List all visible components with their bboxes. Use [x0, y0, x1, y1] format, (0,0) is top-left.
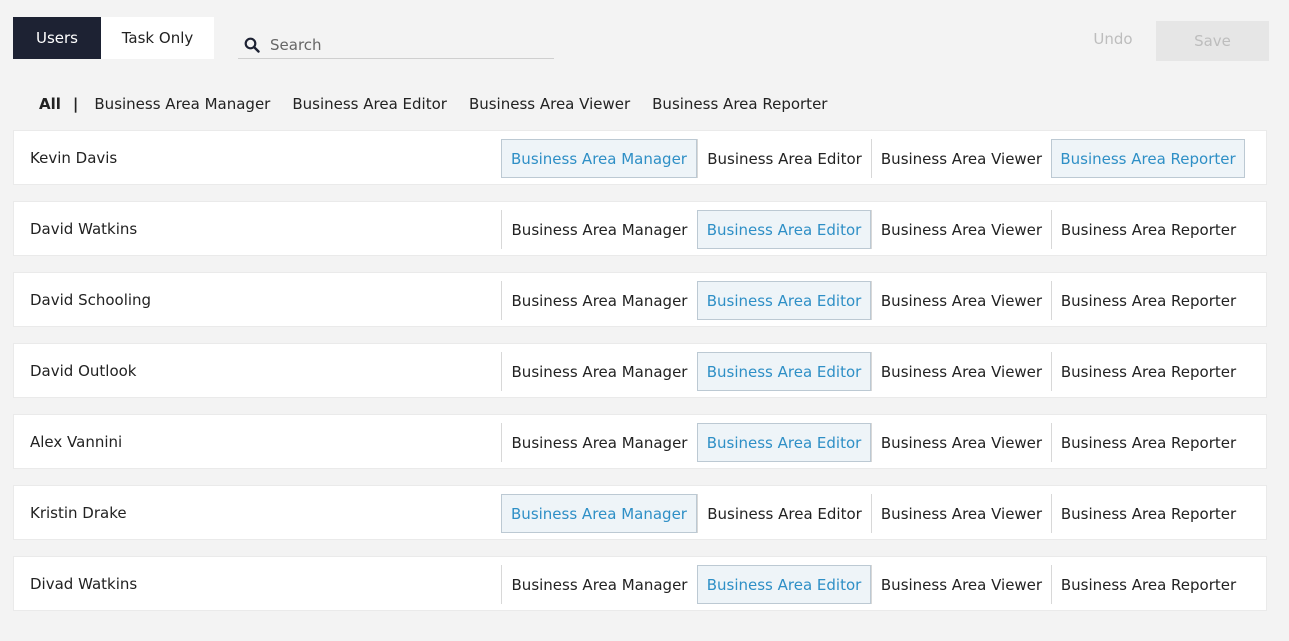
user-name: Alex Vannini: [30, 432, 123, 451]
role-option-editor[interactable]: Business Area Editor: [697, 423, 871, 462]
role-option-reporter[interactable]: Business Area Reporter: [1051, 352, 1245, 391]
role-option-reporter[interactable]: Business Area Reporter: [1051, 281, 1245, 320]
role-option-editor[interactable]: Business Area Editor: [697, 210, 871, 249]
role-filter-bar: All | Business Area Manager Business Are…: [39, 93, 849, 115]
role-option-reporter[interactable]: Business Area Reporter: [1051, 565, 1245, 604]
role-option-manager[interactable]: Business Area Manager: [501, 210, 697, 249]
role-option-reporter[interactable]: Business Area Reporter: [1051, 139, 1245, 178]
user-row: Divad Watkins Business Area Manager Busine…: [13, 556, 1267, 611]
role-option-viewer[interactable]: Business Area Viewer: [871, 352, 1051, 391]
tab-users[interactable]: Users: [13, 17, 101, 59]
role-option-editor[interactable]: Business Area Editor: [697, 494, 871, 533]
filter-business-area-manager[interactable]: Business Area Manager: [94, 95, 270, 113]
role-option-editor[interactable]: Business Area Editor: [697, 139, 871, 178]
filter-business-area-reporter[interactable]: Business Area Reporter: [652, 95, 827, 113]
search-input[interactable]: [270, 35, 530, 54]
role-option-manager[interactable]: Business Area Manager: [501, 139, 697, 178]
filter-all[interactable]: All: [39, 95, 61, 113]
user-name: David Watkins: [30, 219, 138, 238]
role-selector: Business Area Manager Business Area Edito…: [501, 139, 1245, 178]
role-option-manager[interactable]: Business Area Manager: [501, 494, 697, 533]
role-option-editor[interactable]: Business Area Editor: [697, 281, 871, 320]
view-tabs: Users Task Only: [13, 17, 214, 59]
role-option-editor[interactable]: Business Area Editor: [697, 352, 871, 391]
user-row: Kristin Drake Business Area Manager Busine…: [13, 485, 1267, 540]
role-option-viewer[interactable]: Business Area Viewer: [871, 565, 1051, 604]
user-name: Kristin Drake: [30, 503, 127, 522]
role-option-viewer[interactable]: Business Area Viewer: [871, 494, 1051, 533]
role-option-viewer[interactable]: Business Area Viewer: [871, 423, 1051, 462]
role-option-viewer[interactable]: Business Area Viewer: [871, 281, 1051, 320]
role-selector: Business Area Manager Business Area Edito…: [501, 210, 1245, 249]
user-row: Kevin Davis Business Area Manager Business…: [13, 130, 1267, 185]
filter-business-area-viewer[interactable]: Business Area Viewer: [469, 95, 630, 113]
tab-task-only[interactable]: Task Only: [101, 17, 214, 59]
toolbar: Users Task Only Undo Save: [13, 17, 1269, 61]
user-row: David Outlook Business Area Manager Busine…: [13, 343, 1267, 398]
user-name: Kevin Davis: [30, 148, 118, 167]
role-option-manager[interactable]: Business Area Manager: [501, 281, 697, 320]
user-name: Divad Watkins: [30, 574, 138, 593]
role-option-reporter[interactable]: Business Area Reporter: [1051, 423, 1245, 462]
role-option-reporter[interactable]: Business Area Reporter: [1051, 494, 1245, 533]
user-name: David Outlook: [30, 361, 137, 380]
search-box: [238, 31, 554, 59]
role-option-manager[interactable]: Business Area Manager: [501, 565, 697, 604]
role-selector: Business Area Manager Business Area Edito…: [501, 281, 1245, 320]
role-selector: Business Area Manager Business Area Edito…: [501, 565, 1245, 604]
role-option-editor[interactable]: Business Area Editor: [697, 565, 871, 604]
user-row: David Watkins Business Area Manager Busine…: [13, 201, 1267, 256]
role-option-manager[interactable]: Business Area Manager: [501, 423, 697, 462]
user-row: David Schooling Business Area Manager Busi…: [13, 272, 1267, 327]
role-option-viewer[interactable]: Business Area Viewer: [871, 139, 1051, 178]
save-button[interactable]: Save: [1156, 21, 1269, 61]
role-option-reporter[interactable]: Business Area Reporter: [1051, 210, 1245, 249]
filter-separator: |: [72, 95, 79, 113]
user-name: David Schooling: [30, 290, 152, 309]
user-row: Alex Vannini Business Area Manager Busines…: [13, 414, 1267, 469]
role-selector: Business Area Manager Business Area Edito…: [501, 494, 1245, 533]
undo-button[interactable]: Undo: [1073, 21, 1153, 57]
search-icon: [244, 37, 260, 53]
role-option-manager[interactable]: Business Area Manager: [501, 352, 697, 391]
role-selector: Business Area Manager Business Area Edito…: [501, 423, 1245, 462]
user-role-list: Kevin Davis Business Area Manager Business…: [13, 130, 1267, 627]
filter-business-area-editor[interactable]: Business Area Editor: [292, 95, 447, 113]
role-selector: Business Area Manager Business Area Edito…: [501, 352, 1245, 391]
role-option-viewer[interactable]: Business Area Viewer: [871, 210, 1051, 249]
